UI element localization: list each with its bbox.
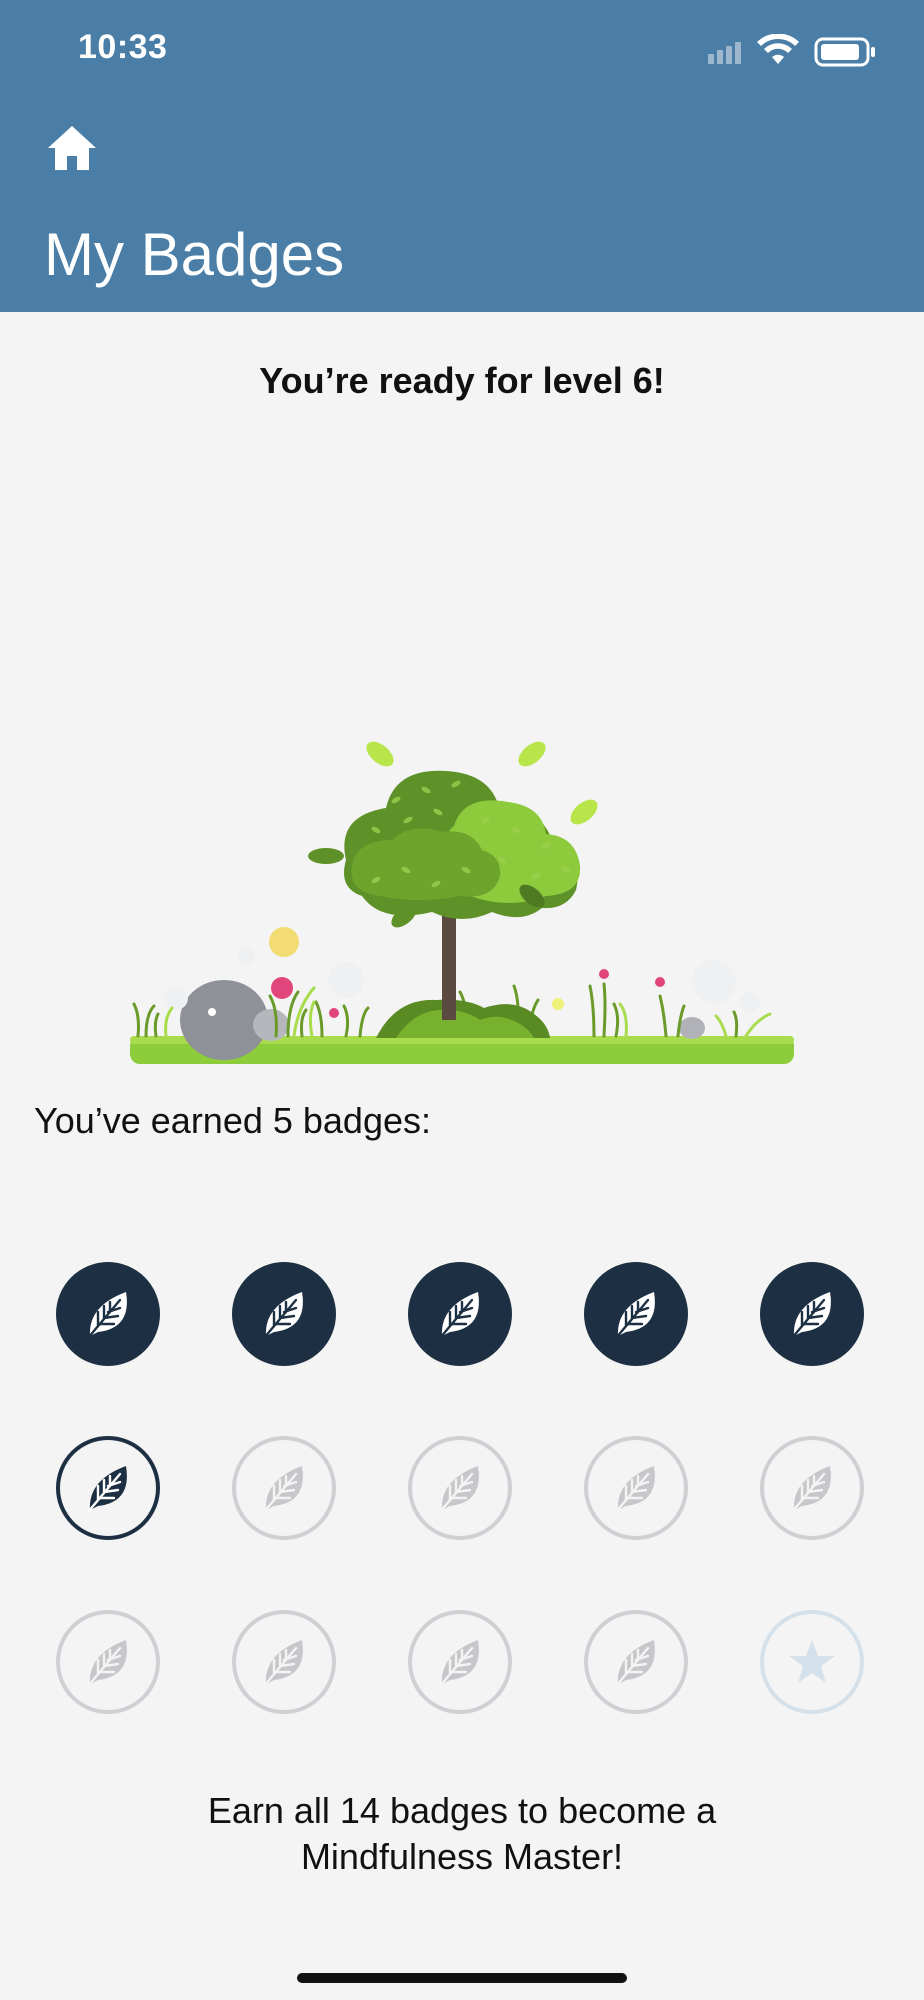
badge-earned[interactable]	[760, 1262, 864, 1366]
status-time: 10:33	[78, 28, 168, 66]
badge-locked[interactable]	[584, 1436, 688, 1540]
leaf-icon	[262, 1640, 303, 1688]
tree-illustration	[130, 741, 794, 1064]
leaf-icon	[86, 1466, 127, 1514]
page-title: My Badges	[44, 221, 345, 288]
star-icon	[789, 1640, 835, 1683]
leaf-icon	[86, 1292, 127, 1340]
badge-earned[interactable]	[232, 1262, 336, 1366]
leaf-icon	[438, 1640, 479, 1688]
badge-next[interactable]	[56, 1436, 160, 1540]
badge-locked[interactable]	[584, 1610, 688, 1714]
badge-locked[interactable]	[232, 1610, 336, 1714]
leaf-icon	[262, 1292, 303, 1340]
wifi-icon	[757, 34, 799, 64]
leaf-icon	[614, 1466, 655, 1514]
app-header: 10:33 My Badges	[0, 0, 924, 312]
level-message: You’re ready for level 6!	[259, 360, 665, 401]
home-indicator	[297, 1973, 627, 1983]
status-icons	[708, 34, 875, 67]
leaf-icon	[614, 1292, 655, 1340]
badge-earned[interactable]	[584, 1262, 688, 1366]
badge-earned[interactable]	[56, 1262, 160, 1366]
badge-star[interactable]	[760, 1610, 864, 1714]
leaf-icon	[438, 1292, 479, 1340]
badge-locked[interactable]	[408, 1610, 512, 1714]
earned-badges-message: You’ve earned 5 badges:	[34, 1100, 432, 1141]
leaf-icon	[614, 1640, 655, 1688]
badge-locked[interactable]	[408, 1436, 512, 1540]
leaf-icon	[790, 1466, 831, 1514]
leaf-icon	[790, 1292, 831, 1340]
home-icon[interactable]	[46, 122, 98, 174]
battery-icon	[814, 37, 875, 67]
footer-message-line1: Earn all 14 badges to become a	[207, 1790, 717, 1831]
leaf-icon	[86, 1640, 127, 1688]
badge-locked[interactable]	[56, 1610, 160, 1714]
badge-earned[interactable]	[408, 1262, 512, 1366]
badge-locked[interactable]	[760, 1436, 864, 1540]
badge-locked[interactable]	[232, 1436, 336, 1540]
leaf-icon	[262, 1466, 303, 1514]
footer-message-line2: Mindfulness Master!	[300, 1836, 624, 1877]
leaf-icon	[438, 1466, 479, 1514]
footer-message: Earn all 14 badges to become a Mindfulne…	[0, 1788, 924, 1880]
cellular-signal-icon	[708, 42, 741, 64]
